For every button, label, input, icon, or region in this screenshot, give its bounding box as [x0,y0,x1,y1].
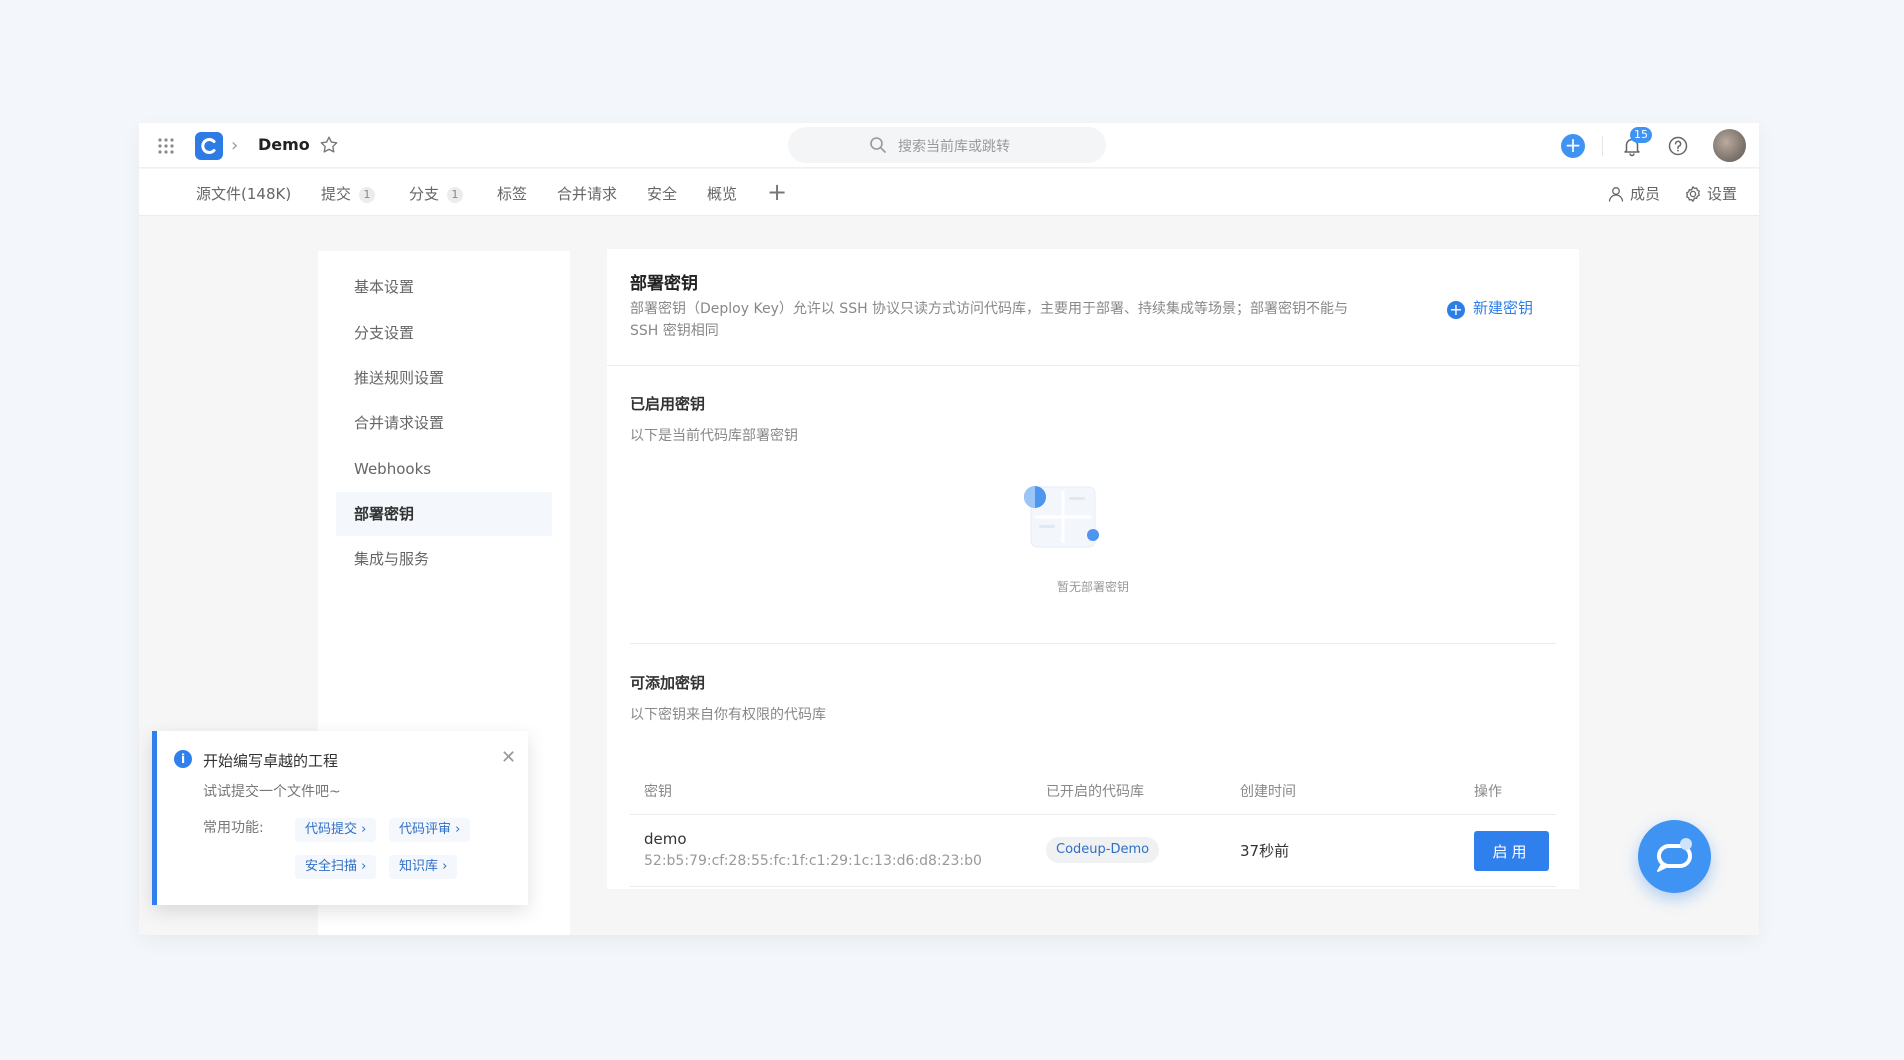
logo-icon[interactable] [195,132,223,160]
tab-commits[interactable]: 提交 1 [321,183,376,204]
members-link[interactable]: 成员 [1607,183,1660,204]
apps-grid-icon[interactable] [157,137,175,155]
table-row: demo 52:b5:79:cf:28:55:fc:1f:c1:29:1c:13… [630,815,1556,887]
sidebar-item-push-rules[interactable]: 推送规则设置 [336,356,552,400]
new-key-button[interactable]: + 新建密钥 [1447,297,1533,319]
tab-label: 安全 [647,185,678,203]
enabled-keys-title: 已启用密钥 [630,395,706,413]
repo-tab-nav: 源文件(148K) 提交 1 分支 1 标签 合并请求 安全 概览 + 成员 设置 [139,169,1759,216]
page-description: 部署密钥（Deploy Key）允许以 SSH 协议只读方式访问代码库，主要用于… [630,301,1349,339]
empty-state-text: 暂无部署密钥 [1056,580,1129,594]
info-icon: i [174,750,192,768]
sidebar-item-webhooks[interactable]: Webhooks [336,447,552,491]
key-name: demo [644,830,687,848]
help-icon[interactable] [1666,134,1690,158]
divider [1602,136,1603,156]
column-header-action: 操作 [1474,784,1502,800]
tab-label: 提交 [321,185,352,203]
tab-label: 概览 [707,185,738,203]
tab-branches[interactable]: 分支 1 [409,183,464,204]
top-bar: › Demo 搜索当前库或跳转 + 15 [139,123,1759,168]
available-keys-title: 可添加密钥 [630,674,706,692]
new-key-label: 新建密钥 [1473,299,1534,317]
close-icon[interactable]: ✕ [501,747,516,768]
quick-link-review[interactable]: 代码评审 › [389,818,471,842]
tab-label: 标签 [497,185,528,203]
available-keys-subtitle: 以下密钥来自你有权限的代码库 [630,707,826,723]
repo-tag[interactable]: Codeup-Demo [1046,837,1160,863]
toast-title: 开始编写卓越的工程 [203,752,339,770]
tab-label: 合并请求 [557,185,618,203]
quick-link-label: 代码评审 [399,822,452,837]
tab-merge-requests[interactable]: 合并请求 [557,183,617,204]
quick-link-label: 代码提交 [305,822,358,837]
search-placeholder: 搜索当前库或跳转 [898,139,1010,155]
column-header-key: 密钥 [644,784,672,800]
user-icon [1608,187,1624,202]
star-icon[interactable] [318,134,340,156]
tab-count-badge: 1 [359,187,376,203]
tab-count-badge: 1 [447,187,464,203]
gear-icon [1686,186,1700,202]
section-divider [630,643,1556,644]
chevron-right-icon: › [231,135,239,156]
chat-bubble-icon [1657,838,1692,872]
plus-circle-icon: + [1447,301,1465,319]
tab-source[interactable]: 源文件(148K) [196,183,291,204]
quick-link-wiki[interactable]: 知识库 › [389,855,458,879]
settings-link[interactable]: 设置 [1684,183,1737,204]
page-title: 部署密钥 [630,274,698,294]
tab-label: 分支 [409,185,440,203]
quick-link-security-scan[interactable]: 安全扫描 › [295,855,377,879]
key-fingerprint: 52:b5:79:cf:28:55:fc:1f:c1:29:1c:13:d6:d… [644,853,982,869]
search-icon [870,137,886,153]
repo-name[interactable]: Demo [258,135,310,154]
empty-state-illustration-icon [1024,486,1099,548]
quick-link-label: 知识库 [399,859,439,874]
settings-label: 设置 [1707,185,1738,203]
tab-security[interactable]: 安全 [647,183,677,204]
sidebar-item-merge-request[interactable]: 合并请求设置 [336,401,552,445]
created-time: 37秒前 [1240,842,1290,860]
toast-subtitle: 试试提交一个文件吧~ [203,784,341,800]
column-header-created: 创建时间 [1240,784,1296,800]
create-plus-button[interactable]: + [1561,134,1585,158]
members-label: 成员 [1630,185,1661,203]
sidebar-item-basic[interactable]: 基本设置 [336,265,552,309]
enabled-keys-subtitle: 以下是当前代码库部署密钥 [630,428,798,444]
user-avatar[interactable] [1713,129,1746,162]
deploy-keys-panel: 部署密钥 部署密钥（Deploy Key）允许以 SSH 协议只读方式访问代码库… [607,249,1579,889]
add-tab-plus-icon[interactable]: + [767,178,787,206]
chat-support-button[interactable] [1638,820,1711,893]
tab-label: 源文件(148K) [196,185,292,203]
toast-label: 常用功能: [203,820,264,836]
enable-key-button[interactable]: 启用 [1474,831,1549,871]
quick-link-label: 安全扫描 [305,859,358,874]
sidebar-item-integrations[interactable]: 集成与服务 [336,537,552,581]
sidebar-item-branch[interactable]: 分支设置 [336,311,552,355]
quick-link-commit[interactable]: 代码提交 › [295,818,377,842]
column-header-repos: 已开启的代码库 [1046,784,1144,800]
panel-header: 部署密钥 部署密钥（Deploy Key）允许以 SSH 协议只读方式访问代码库… [607,249,1579,366]
search-input[interactable]: 搜索当前库或跳转 [788,127,1106,163]
onboarding-toast: i 开始编写卓越的工程 ✕ 试试提交一个文件吧~ 常用功能: 代码提交 › 代码… [152,731,528,905]
sidebar-item-deploy-keys[interactable]: 部署密钥 [336,492,552,536]
tab-overview[interactable]: 概览 [707,183,737,204]
notification-badge: 15 [1630,127,1652,143]
tab-tags[interactable]: 标签 [497,183,527,204]
